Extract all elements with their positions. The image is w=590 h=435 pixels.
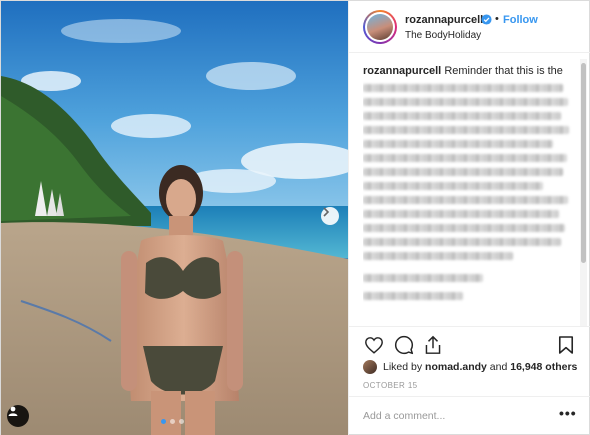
caption-username[interactable]: rozannapurcell [363,65,441,77]
likes-summary[interactable]: Liked by nomad.andy and 16,948 others [363,359,577,375]
blurred-caption-line [363,98,568,106]
blurred-caption-line [363,154,567,162]
heart-icon [365,337,383,354]
blurred-caption-line [363,126,569,134]
carousel-dot [170,419,175,424]
blurred-caption-line [363,168,563,176]
verified-icon [481,14,492,25]
avatar-border [365,12,395,42]
liker-avatar [363,360,377,374]
comment-button[interactable] [393,334,415,356]
blurred-caption-line [363,84,563,92]
follow-button[interactable]: Follow [503,14,538,26]
caption-text: Reminder that this is the [444,65,563,77]
action-bar [349,326,590,360]
bookmark-icon [558,336,574,354]
caption-first-line: rozannapurcell Reminder that this is the [363,64,575,78]
username-link[interactable]: rozannapurcell [405,14,483,26]
liked-count-link[interactable]: 16,948 others [510,361,577,373]
post-panel: rozannapurcell • Follow The BodyHoliday … [348,1,590,435]
blurred-caption-line [363,196,568,204]
blurred-caption-line [363,112,561,120]
post-photo[interactable] [1,1,348,435]
separator-dot: • [495,13,499,25]
location-link[interactable]: The BodyHoliday [405,30,481,41]
avatar-image [367,14,393,40]
blurred-caption-line [363,140,553,148]
comment-icon [394,335,414,355]
post-header: rozannapurcell • Follow The BodyHoliday [349,1,590,53]
post-frame: rozannapurcell • Follow The BodyHoliday … [0,0,590,435]
liked-mid: and [489,361,508,373]
comment-bar: Add a comment... ••• [349,396,590,435]
blurred-caption-line [363,292,463,300]
caption: rozannapurcell Reminder that this is the [363,64,575,326]
comment-input[interactable]: Add a comment... [363,410,445,422]
blurred-caption-line [363,182,543,190]
liked-user-link[interactable]: nomad.andy [425,361,487,373]
blurred-caption-line [363,224,565,232]
liked-prefix: Liked by [383,361,423,373]
more-options-button[interactable]: ••• [559,405,577,421]
chevron-right-icon [323,207,330,217]
share-button[interactable] [422,334,444,356]
avatar[interactable] [363,10,397,44]
carousel-dot-active [161,419,166,424]
next-photo-button[interactable] [321,207,339,225]
blurred-caption-line [363,238,561,246]
post-date[interactable]: OCTOBER 15 [363,381,418,390]
carousel-dot [179,419,184,424]
blurred-caption-line [363,274,483,282]
carousel-indicator [161,419,184,424]
save-button[interactable] [555,334,577,356]
share-icon [425,335,441,354]
beach-scene [1,1,348,435]
blurred-caption-line [363,252,513,260]
user-tag-icon [8,406,18,416]
like-button[interactable] [363,334,385,356]
user-tag-button[interactable] [7,405,29,427]
caption-scrollbar-thumb[interactable] [581,63,586,263]
blurred-caption-line [363,210,559,218]
